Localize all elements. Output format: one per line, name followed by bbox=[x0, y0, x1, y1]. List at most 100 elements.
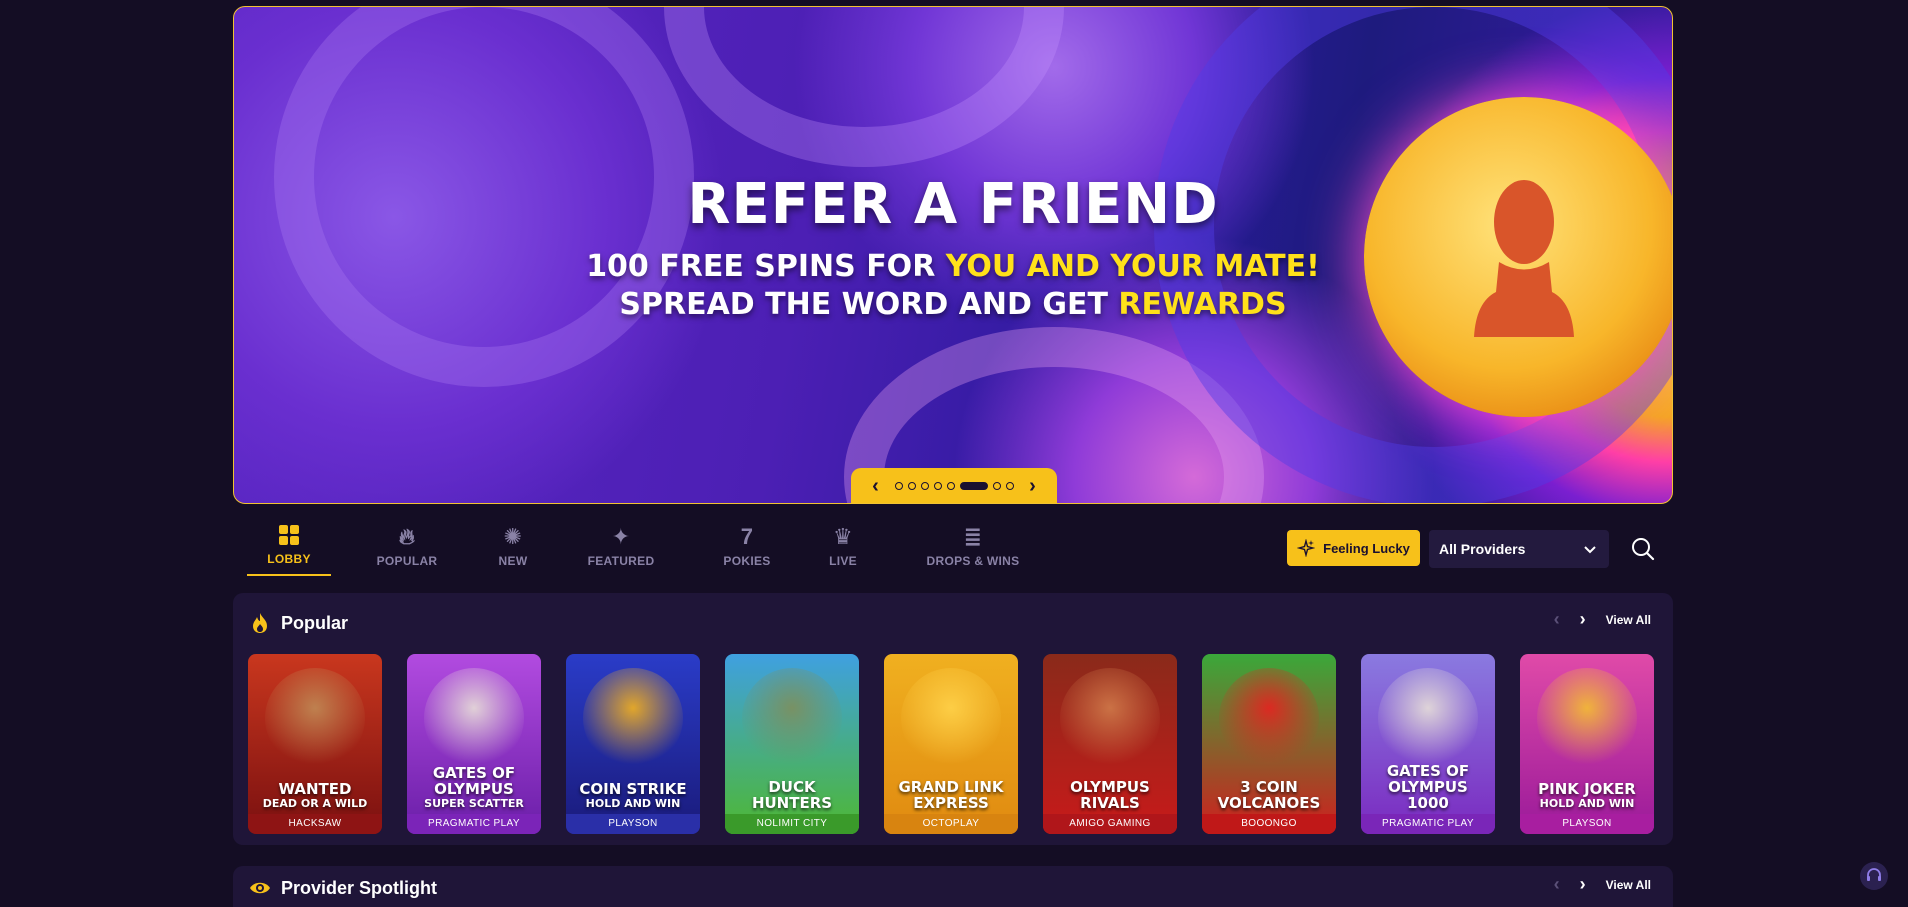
search-icon[interactable] bbox=[1628, 534, 1658, 564]
tab-label: NEW bbox=[498, 554, 528, 568]
sparkle-icon: ✦ bbox=[611, 524, 631, 549]
game-title: GATES OF OLYMPUS 1000 bbox=[1386, 762, 1470, 812]
game-title: 3 COIN VOLCANOES bbox=[1217, 778, 1321, 812]
providers-select-value: All Providers bbox=[1439, 541, 1526, 557]
chevron-left-icon[interactable]: ‹ bbox=[1554, 609, 1560, 630]
promo-banner[interactable]: REFER A FRIEND 100 FREE SPINS FOR YOU AN… bbox=[233, 6, 1673, 504]
section-header: Provider Spotlight bbox=[233, 866, 1673, 907]
game-subtitle: DEAD OR A WILD bbox=[262, 797, 368, 810]
game-artwork bbox=[901, 668, 1001, 768]
chevron-down-icon bbox=[1584, 546, 1596, 554]
slide-dot[interactable] bbox=[920, 482, 929, 490]
game-title: WANTED bbox=[278, 780, 352, 798]
coin-stack-icon: ≣ bbox=[963, 524, 983, 549]
providers-select[interactable]: All Providers bbox=[1429, 530, 1609, 568]
headset-icon bbox=[1867, 868, 1881, 881]
game-tile[interactable]: DUCK HUNTERS NOLIMIT CITY bbox=[725, 654, 859, 834]
tab-label: LIVE bbox=[829, 554, 857, 568]
game-subtitle: HOLD AND WIN bbox=[1539, 797, 1635, 810]
game-title: GATES OF OLYMPUS bbox=[432, 764, 516, 798]
tab-popular[interactable]: 🔥︎ POPULAR bbox=[369, 520, 445, 576]
tab-live[interactable]: ♛ LIVE bbox=[818, 520, 868, 576]
game-provider: PRAGMATIC PLAY bbox=[407, 814, 541, 834]
game-tile[interactable]: COIN STRIKE HOLD AND WIN PLAYSON bbox=[566, 654, 700, 834]
section-controls: ‹ › View All bbox=[1554, 609, 1651, 630]
game-provider: NOLIMIT CITY bbox=[725, 814, 859, 834]
game-artwork bbox=[1060, 668, 1160, 768]
view-all-link[interactable]: View All bbox=[1606, 613, 1651, 627]
tab-pokies[interactable]: 7 POKIES bbox=[717, 520, 777, 576]
section-controls: ‹ › View All bbox=[1554, 874, 1651, 895]
slide-dot[interactable] bbox=[946, 482, 955, 490]
game-artwork bbox=[742, 668, 842, 768]
section-title: Provider Spotlight bbox=[281, 877, 438, 898]
new-badge-icon: ✺ bbox=[503, 524, 523, 549]
game-tile[interactable]: PINK JOKER HOLD AND WIN PLAYSON bbox=[1520, 654, 1654, 834]
slide-dot[interactable] bbox=[1005, 482, 1014, 490]
game-provider: PLAYSON bbox=[1520, 814, 1654, 834]
game-subtitle: SUPER SCATTER bbox=[424, 797, 524, 810]
chevron-left-icon[interactable]: ‹ bbox=[863, 475, 889, 498]
category-nav: LOBBY 🔥︎ POPULAR ✺ NEW ✦ FEATURED 7 POKI… bbox=[233, 520, 1673, 580]
slide-dot[interactable] bbox=[992, 482, 1001, 490]
grid-icon bbox=[279, 525, 299, 545]
chevron-right-icon[interactable]: › bbox=[1580, 874, 1586, 895]
game-artwork bbox=[1378, 668, 1478, 768]
game-tile[interactable]: OLYMPUS RIVALS AMIGO GAMING bbox=[1043, 654, 1177, 834]
game-title: GRAND LINK EXPRESS bbox=[898, 778, 1004, 812]
game-artwork bbox=[265, 668, 365, 768]
slide-pager: ‹ › bbox=[851, 468, 1057, 503]
seven-icon: 7 bbox=[740, 524, 754, 549]
game-title: PINK JOKER bbox=[1538, 780, 1636, 798]
section-title: Popular bbox=[281, 612, 349, 633]
game-provider: AMIGO GAMING bbox=[1043, 814, 1177, 834]
tab-drops-and-wins[interactable]: ≣ DROPS & WINS bbox=[921, 520, 1025, 576]
chevron-left-icon[interactable]: ‹ bbox=[1554, 874, 1560, 895]
banner-line-2-text: SPREAD THE WORD AND GET bbox=[619, 287, 1119, 322]
game-artwork bbox=[1219, 668, 1319, 768]
section-header: Popular bbox=[233, 593, 1673, 653]
feeling-lucky-button[interactable]: Feeling Lucky bbox=[1287, 530, 1420, 566]
tab-label: POKIES bbox=[723, 554, 771, 568]
tab-label: POPULAR bbox=[376, 554, 438, 568]
game-provider: PRAGMATIC PLAY bbox=[1361, 814, 1495, 834]
chevron-right-icon[interactable]: › bbox=[1020, 475, 1046, 498]
dealer-icon: ♛ bbox=[832, 524, 854, 549]
feeling-lucky-label: Feeling Lucky bbox=[1323, 540, 1410, 556]
game-tile[interactable]: WANTED DEAD OR A WILD HACKSAW bbox=[248, 654, 382, 834]
game-tile[interactable]: GATES OF OLYMPUS SUPER SCATTER PRAGMATIC P… bbox=[407, 654, 541, 834]
game-tile[interactable]: GRAND LINK EXPRESS OCTOPLAY bbox=[884, 654, 1018, 834]
banner-title: REFER A FRIEND bbox=[687, 172, 1219, 237]
banner-line-2: SPREAD THE WORD AND GET REWARDS bbox=[234, 287, 1672, 322]
game-tile[interactable]: GATES OF OLYMPUS 1000 PRAGMATIC PLAY bbox=[1361, 654, 1495, 834]
tab-label: DROPS & WINS bbox=[926, 554, 1020, 568]
game-provider: BOOONGO bbox=[1202, 814, 1336, 834]
tab-new[interactable]: ✺ NEW bbox=[483, 520, 543, 576]
tab-featured[interactable]: ✦ FEATURED bbox=[583, 520, 659, 576]
game-artwork bbox=[583, 668, 683, 768]
slide-dots bbox=[894, 482, 1014, 490]
slide-dot[interactable] bbox=[894, 482, 903, 490]
support-chat-button[interactable] bbox=[1860, 862, 1888, 890]
popular-section: Popular ‹ › View All WANTED DEAD OR A WIL… bbox=[233, 593, 1673, 845]
game-tile[interactable]: 3 COIN VOLCANOES BOOONGO bbox=[1202, 654, 1336, 834]
slide-dot[interactable] bbox=[959, 482, 988, 490]
provider-spotlight-section: Provider Spotlight ‹ › View All bbox=[233, 866, 1673, 907]
game-provider: OCTOPLAY bbox=[884, 814, 1018, 834]
banner-line-1-text: 100 FREE SPINS FOR bbox=[586, 249, 946, 284]
slide-dot[interactable] bbox=[933, 482, 942, 490]
game-provider: PLAYSON bbox=[566, 814, 700, 834]
flame-icon: 🔥︎ bbox=[398, 524, 416, 549]
game-title: COIN STRIKE bbox=[579, 780, 687, 798]
flame-icon bbox=[253, 613, 267, 633]
banner-line-1: 100 FREE SPINS FOR YOU AND YOUR MATE! bbox=[234, 249, 1672, 284]
decor-ring bbox=[664, 7, 1064, 167]
game-carousel: WANTED DEAD OR A WILD HACKSAW GATES OF OLYM… bbox=[248, 654, 1654, 834]
banner-line-1-highlight: YOU AND YOUR MATE! bbox=[945, 249, 1320, 284]
banner-line-2-highlight: REWARDS bbox=[1118, 287, 1287, 322]
view-all-link[interactable]: View All bbox=[1606, 878, 1651, 892]
tab-lobby[interactable]: LOBBY bbox=[247, 520, 331, 576]
slide-dot[interactable] bbox=[907, 482, 916, 490]
game-title: DUCK HUNTERS bbox=[751, 778, 833, 812]
chevron-right-icon[interactable]: › bbox=[1580, 609, 1586, 630]
